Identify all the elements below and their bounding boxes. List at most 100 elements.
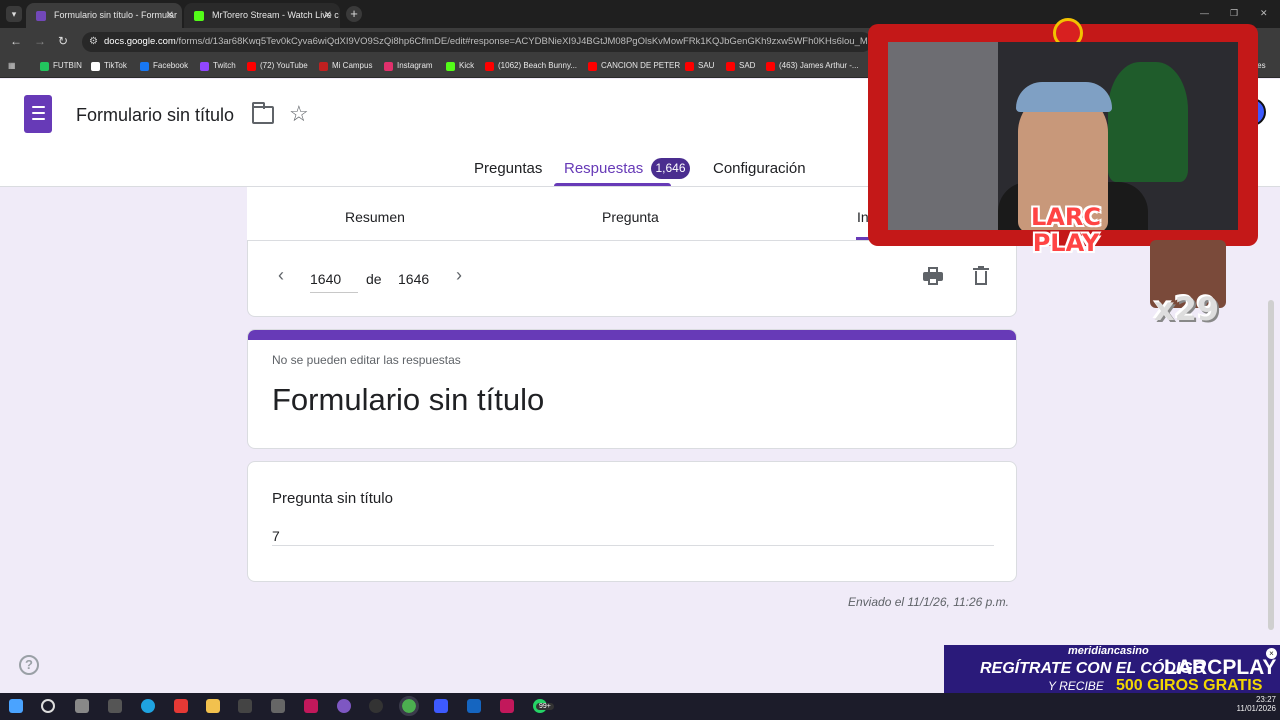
bookmark-futbin[interactable]: FUTBIN [40, 61, 82, 71]
delete-response-icon[interactable] [973, 266, 989, 286]
bookmark-label: TikTok [104, 61, 127, 70]
question-card: Pregunta sin título 7 [247, 461, 1017, 582]
subtab-individual[interactable]: In [857, 209, 869, 225]
tab-settings[interactable]: Configuración [713, 160, 806, 177]
bookmark-sad[interactable]: SAD [726, 61, 756, 71]
bookmark-twitch[interactable]: Twitch [200, 61, 236, 71]
word-icon[interactable] [467, 699, 481, 713]
bookmark-label: SAU [698, 61, 715, 70]
stream-logo: LARC PLAY [1020, 204, 1112, 268]
system-clock[interactable]: 23:27 11/01/2026 [1228, 695, 1276, 713]
kick-icon [446, 62, 455, 71]
accent-bar [248, 330, 1016, 340]
page-scrollbar[interactable] [1268, 300, 1274, 630]
reload-icon[interactable]: ↻ [58, 34, 68, 48]
bookmark-tiktok[interactable]: TikTok [91, 61, 127, 71]
forms-favicon-icon [36, 11, 46, 21]
back-arrow-icon[interactable]: ← [10, 34, 22, 48]
close-tab-icon[interactable]: ✕ [166, 3, 174, 28]
url-path: /forms/d/13ar68Kwq5Tev0kCyva6wiQdXI9VO9S… [175, 36, 872, 47]
bookmark-kick[interactable]: Kick [446, 61, 475, 71]
ad-close-icon[interactable]: × [1266, 648, 1277, 659]
responses-count-badge: 1,646 [651, 158, 690, 179]
twitch-icon [200, 62, 209, 71]
app-icon[interactable] [238, 699, 252, 713]
bookmark-youtube[interactable]: (72) YouTube [247, 61, 308, 71]
facebook-icon [140, 62, 149, 71]
app-icon[interactable] [500, 699, 514, 713]
app-icon[interactable] [271, 699, 285, 713]
file-explorer-icon[interactable] [206, 699, 220, 713]
tab-search-menu-icon[interactable]: ▾ [6, 6, 22, 22]
bookmark-james-arthur[interactable]: (463) James Arthur -... [766, 61, 859, 71]
subtab-question[interactable]: Pregunta [602, 209, 659, 225]
bookmark-label: SAD [739, 61, 756, 70]
new-tab-plus-icon[interactable]: + [346, 6, 362, 22]
app-icon[interactable] [304, 699, 318, 713]
url-bar[interactable]: ⚙ docs.google.com/forms/d/13ar68Kwq5Tev0… [82, 32, 872, 52]
site-info-icon[interactable]: ⚙ [89, 32, 98, 52]
bookmark-sau[interactable]: SAU [685, 61, 715, 71]
tab-title: MrTorero Stream - Watch Live c [212, 10, 339, 20]
logo-line-1: LARC [1031, 203, 1101, 231]
chrome-icon[interactable] [399, 696, 419, 716]
bookmark-instagram[interactable]: Instagram [384, 61, 433, 71]
campus-icon [319, 62, 328, 71]
notification-badge: 99+ [536, 703, 554, 710]
bookmark-facebook[interactable]: Facebook [140, 61, 188, 71]
app-icon[interactable] [369, 699, 383, 713]
bookmark-label: (72) YouTube [260, 61, 308, 70]
bookmark-mi-campus[interactable]: Mi Campus [319, 61, 373, 71]
subtab-summary[interactable]: Resumen [345, 209, 405, 225]
emote-multiplier: x29 [1154, 290, 1220, 328]
kick-favicon-icon [194, 11, 204, 21]
minimize-icon[interactable]: — [1200, 8, 1209, 18]
window-close-icon[interactable]: ✕ [1260, 8, 1268, 19]
response-number-input[interactable]: 1640 [310, 271, 358, 293]
next-response-chevron-icon[interactable]: › [456, 265, 462, 286]
forward-arrow-icon[interactable]: → [34, 34, 46, 48]
tab-questions[interactable]: Preguntas [474, 160, 542, 177]
close-tab-icon[interactable]: ✕ [324, 3, 332, 28]
move-to-folder-icon[interactable] [252, 102, 274, 124]
futbin-icon [40, 62, 49, 71]
app-icon[interactable] [108, 699, 122, 713]
search-icon[interactable] [41, 699, 55, 713]
youtube-icon [247, 62, 256, 71]
bookmark-label: Instagram [397, 61, 433, 70]
bookmark-label: Mi Campus [332, 61, 373, 70]
response-pager-card: ‹ 1640 de 1646 › [247, 241, 1017, 317]
browser-tab-forms[interactable]: Formulario sin título - Formular ✕ [26, 3, 182, 28]
print-icon[interactable] [923, 267, 943, 285]
app-icon[interactable] [337, 699, 351, 713]
clock-time: 23:27 [1255, 695, 1276, 704]
app-icon[interactable] [174, 699, 188, 713]
tab-responses[interactable]: Respuestas [564, 160, 643, 177]
youtube-icon [726, 62, 735, 71]
clock-date: 11/01/2026 [1236, 704, 1276, 713]
previous-response-chevron-icon[interactable]: ‹ [278, 265, 284, 286]
task-view-icon[interactable] [75, 699, 89, 713]
help-icon[interactable]: ? [19, 655, 39, 675]
form-title[interactable]: Formulario sin título [76, 105, 234, 126]
tiktok-icon [91, 62, 100, 71]
bookmark-label: (1062) Beach Bunny... [498, 61, 578, 70]
ad-brand: meridiancasino [1068, 645, 1149, 657]
apps-grid-icon[interactable]: ▦ [8, 61, 16, 70]
star-icon[interactable]: ☆ [289, 101, 309, 127]
youtube-icon [766, 62, 775, 71]
bookmark-label: (463) James Arthur -... [779, 61, 859, 70]
browser-tab-stream[interactable]: MrTorero Stream - Watch Live c ✕ [184, 3, 340, 28]
bookmark-label: CANCION DE PETER [601, 61, 681, 70]
bookmark-beach-bunny[interactable]: (1062) Beach Bunny... [485, 61, 578, 71]
pager-total: 1646 [398, 271, 430, 287]
bookmark-cancion-peter[interactable]: CANCION DE PETER [588, 61, 681, 71]
calculator-icon[interactable] [434, 699, 448, 713]
edge-icon[interactable] [141, 699, 155, 713]
bookmark-label: Kick [459, 61, 475, 70]
instagram-icon [384, 62, 393, 71]
windows-start-icon[interactable] [9, 699, 23, 713]
google-forms-logo-icon[interactable] [24, 95, 52, 133]
maximize-icon[interactable]: ❐ [1230, 8, 1238, 19]
bookmark-label: Twitch [213, 61, 236, 70]
